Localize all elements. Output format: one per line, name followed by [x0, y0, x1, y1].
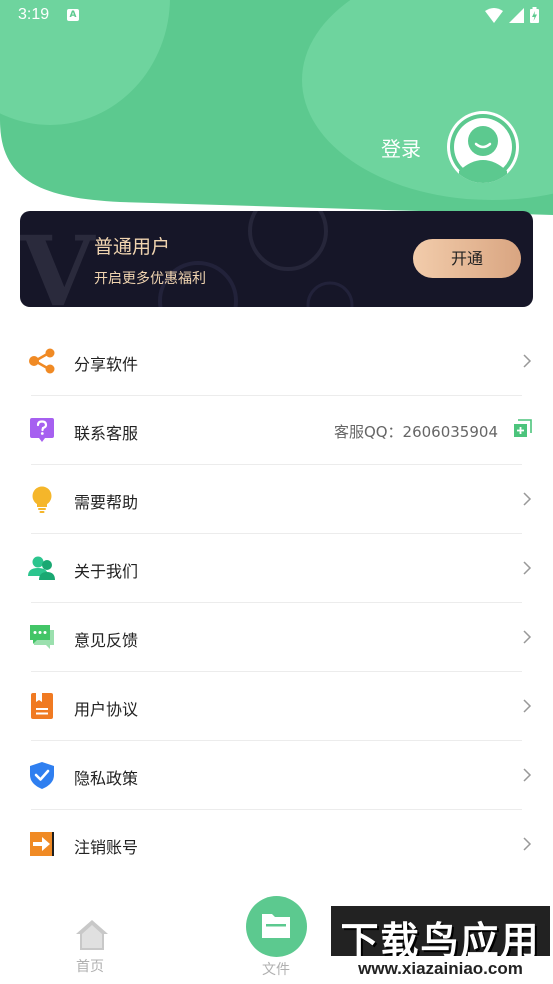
chevron-right-icon — [523, 768, 532, 782]
menu-item-label: 联系客服 — [74, 424, 139, 443]
lightbulb-icon — [32, 486, 52, 513]
watermark-url: www.xiazainiao.com — [331, 956, 550, 981]
status-notification-icon: A — [67, 9, 79, 21]
vip-watermark-letter: V — [20, 215, 96, 307]
vip-subtitle: 开启更多优惠福利 — [94, 271, 206, 287]
vip-card[interactable]: V 普通用户 开启更多优惠福利 开通 — [20, 211, 533, 307]
menu-item-privacy-policy[interactable]: 隐私政策 — [0, 741, 553, 810]
chevron-right-icon — [523, 699, 532, 713]
settings-menu: 分享软件 联系客服 客服QQ：2606035904 需要帮助 关于我们 意见反馈… — [0, 327, 553, 879]
vip-activate-button[interactable]: 开通 — [413, 239, 521, 278]
folder-icon — [262, 914, 290, 938]
home-icon — [76, 920, 108, 950]
chevron-right-icon — [523, 492, 532, 506]
question-chat-icon — [30, 418, 54, 442]
menu-item-delete-account[interactable]: 注销账号 — [0, 810, 553, 879]
nav-files-label: 文件 — [262, 962, 290, 978]
nav-files-tab[interactable]: 文件 — [236, 890, 317, 984]
menu-item-feedback[interactable]: 意见反馈 — [0, 603, 553, 672]
menu-item-label: 需要帮助 — [74, 493, 139, 512]
menu-item-about[interactable]: 关于我们 — [0, 534, 553, 603]
customer-service-qq: 客服QQ：2606035904 — [333, 423, 498, 441]
default-avatar-icon — [450, 114, 516, 183]
status-bar: 3:19 A — [0, 0, 553, 32]
site-watermark: 下载鸟应用 www.xiazainiao.com — [331, 906, 550, 981]
signal-icon — [509, 7, 524, 23]
chevron-right-icon — [523, 561, 532, 575]
menu-item-label: 隐私政策 — [74, 769, 139, 788]
nav-home-tab[interactable]: 首页 — [62, 912, 122, 975]
chevron-right-icon — [523, 630, 532, 644]
wifi-icon — [485, 7, 503, 23]
menu-item-customer-service[interactable]: 联系客服 客服QQ：2606035904 — [0, 396, 553, 465]
nav-home-label: 首页 — [76, 959, 104, 975]
menu-item-user-agreement[interactable]: 用户协议 — [0, 672, 553, 741]
copy-add-icon[interactable] — [513, 419, 532, 438]
chevron-right-icon — [523, 837, 532, 851]
battery-icon — [530, 7, 539, 23]
feedback-chat-icon — [30, 625, 54, 649]
users-icon — [28, 556, 55, 580]
menu-item-label: 注销账号 — [74, 838, 139, 857]
login-link[interactable]: 登录 — [381, 133, 421, 162]
share-icon — [29, 348, 55, 374]
shield-check-icon — [30, 762, 54, 789]
avatar[interactable] — [447, 111, 519, 183]
menu-item-label: 分享软件 — [74, 355, 139, 374]
menu-item-label: 关于我们 — [74, 562, 139, 581]
document-icon — [31, 693, 53, 719]
menu-item-help[interactable]: 需要帮助 — [0, 465, 553, 534]
status-time: 3:19 — [18, 6, 50, 23]
menu-item-label: 用户协议 — [74, 700, 139, 719]
menu-item-share[interactable]: 分享软件 — [0, 327, 553, 396]
chevron-right-icon — [523, 354, 532, 368]
nav-files-circle — [246, 896, 307, 957]
vip-title: 普通用户 — [94, 236, 171, 258]
exit-arrow-icon — [30, 832, 54, 856]
menu-item-label: 意见反馈 — [74, 631, 139, 650]
status-icons — [485, 6, 539, 24]
